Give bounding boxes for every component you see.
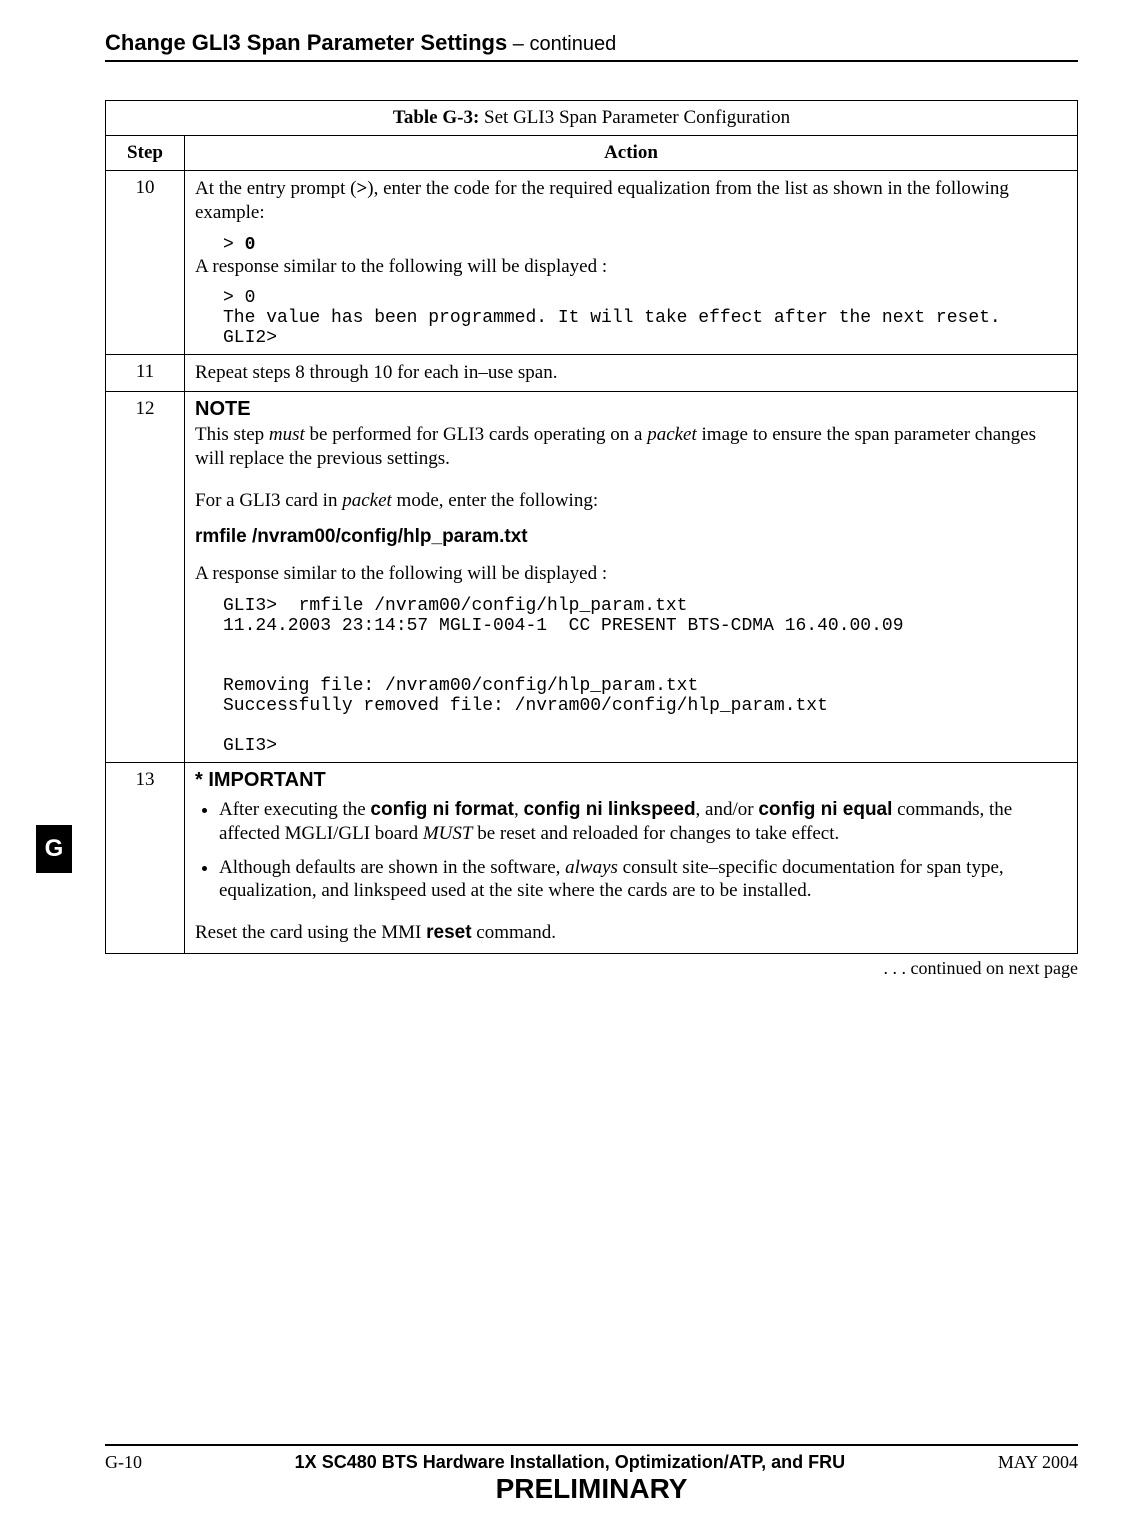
col-header-step: Step [106,136,185,171]
table-row: 10 At the entry prompt (>), enter the co… [106,171,1078,355]
section-tab-label: G [45,835,64,862]
page-title: Change GLI3 Span Parameter Settings [105,30,507,55]
body-text: At the entry prompt (>), enter the code … [195,177,1067,225]
footer-date: MAY 2004 [998,1452,1078,1473]
list-item: After executing the config ni format, co… [219,798,1067,846]
running-header: Change GLI3 Span Parameter Settings – co… [105,30,1078,56]
important-heading: * IMPORTANT [195,769,1067,792]
body-text: A response similar to the following will… [195,255,1067,279]
step-number: 11 [106,355,185,392]
body-text: Repeat steps 8 through 10 for each in–us… [195,361,1067,385]
table-row: 12 NOTE This step must be performed for … [106,392,1078,763]
bullet-list: After executing the config ni format, co… [195,798,1067,903]
section-tab: G [36,825,72,873]
page-footer: G-10 1X SC480 BTS Hardware Installation,… [105,1444,1078,1505]
terminal-output: GLI3> rmfile /nvram00/config/hlp_param.t… [223,596,1067,756]
footer-row: G-10 1X SC480 BTS Hardware Installation,… [105,1452,1078,1473]
header-rule [105,60,1078,62]
step-number: 10 [106,171,185,355]
table-caption-row: Table G-3: Set GLI3 Span Parameter Confi… [106,101,1078,136]
footer-doc-title: 1X SC480 BTS Hardware Installation, Opti… [142,1452,998,1473]
footer-page-number: G-10 [105,1452,142,1473]
footer-rule [105,1444,1078,1446]
list-item: Although defaults are shown in the softw… [219,856,1067,904]
table-caption-label: Table G-3: [393,107,479,128]
body-text: For a GLI3 card in packet mode, enter th… [195,489,1067,513]
step-action: NOTE This step must be performed for GLI… [185,392,1078,763]
terminal-output: > 0 The value has been programmed. It wi… [223,288,1067,348]
page-container: Change GLI3 Span Parameter Settings – co… [0,0,1148,1539]
continued-note: . . . continued on next page [105,958,1078,979]
note-heading: NOTE [195,398,1067,421]
body-text: A response similar to the following will… [195,562,1067,586]
step-action: * IMPORTANT After executing the config n… [185,763,1078,954]
step-number: 12 [106,392,185,763]
table-row: 13 * IMPORTANT After executing the confi… [106,763,1078,954]
table-caption-text: Set GLI3 Span Parameter Configuration [479,107,790,128]
footer-preliminary: PRELIMINARY [105,1473,1078,1505]
table-header-row: Step Action [106,136,1078,171]
col-header-action: Action [185,136,1078,171]
page-title-continued: – continued [507,33,616,55]
body-text: This step must be performed for GLI3 car… [195,423,1067,471]
body-text: Reset the card using the MMI reset comma… [195,921,1067,945]
table-caption: Table G-3: Set GLI3 Span Parameter Confi… [106,101,1078,136]
table-row: 11 Repeat steps 8 through 10 for each in… [106,355,1078,392]
step-action: At the entry prompt (>), enter the code … [185,171,1078,355]
step-action: Repeat steps 8 through 10 for each in–us… [185,355,1078,392]
step-number: 13 [106,763,185,954]
config-table: Table G-3: Set GLI3 Span Parameter Confi… [105,100,1078,954]
command-line: rmfile /nvram00/config/hlp_param.txt [195,526,1067,548]
command-line: > 0 [223,235,1067,255]
